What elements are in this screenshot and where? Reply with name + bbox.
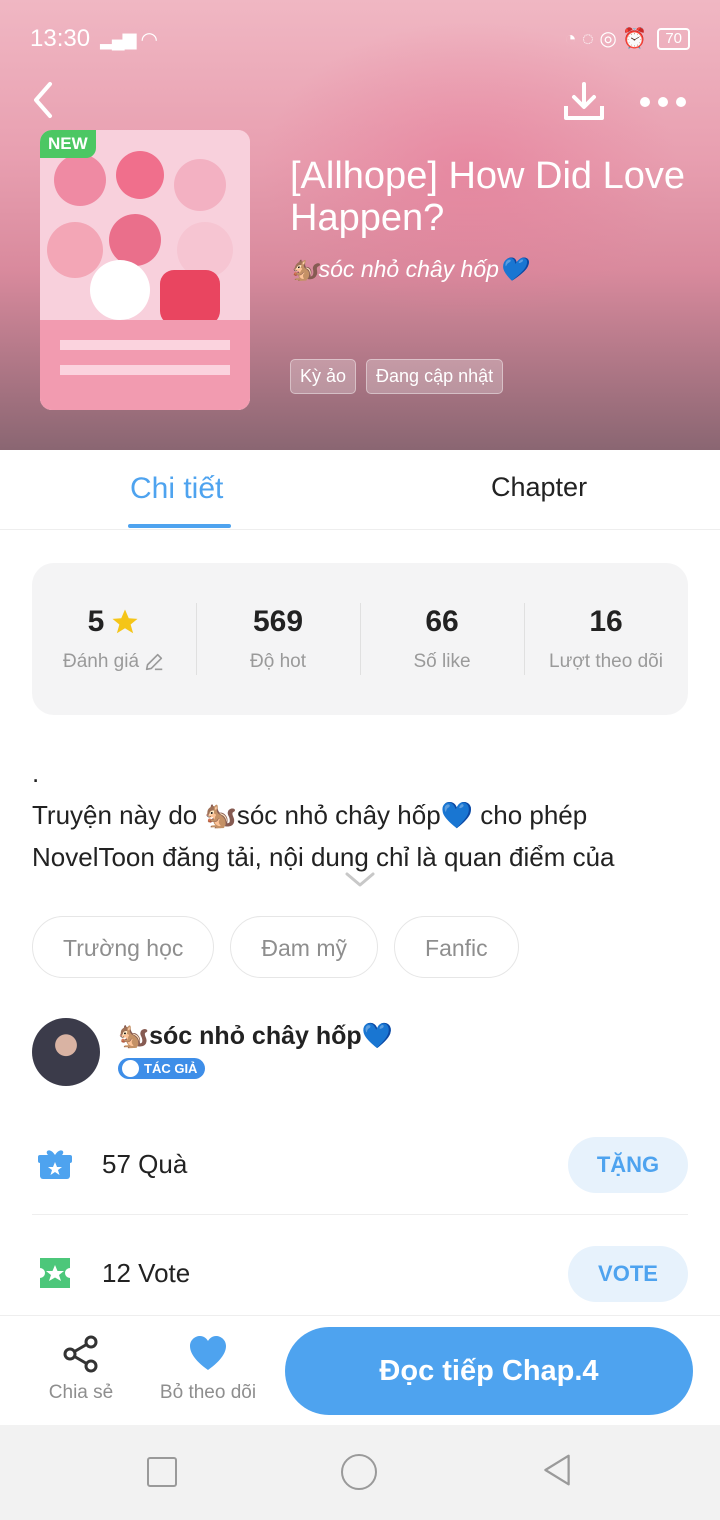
description-line: Truyện này do 🐿️sóc nhỏ chây hốp💙 cho ph… — [32, 800, 588, 830]
stat-hot: 569 Độ hot — [196, 563, 360, 715]
unfollow-button[interactable]: Bỏ theo dõi — [153, 1334, 263, 1404]
stat-followers: 16 Lượt theo dõi — [524, 563, 688, 715]
book-cover[interactable]: NEW — [40, 130, 250, 410]
stat-likes: 66 Số like — [360, 563, 524, 715]
unfollow-label: Bỏ theo dõi — [159, 1382, 257, 1403]
genre-tag[interactable]: Kỳ ảo — [290, 359, 357, 394]
ticket-icon — [40, 1258, 70, 1288]
rating-label: Đánh giá — [62, 651, 140, 672]
gift-label: Quà — [138, 1149, 188, 1179]
star-icon — [112, 609, 138, 634]
download-icon — [564, 82, 604, 120]
avatar[interactable] — [32, 1018, 100, 1086]
share-icon — [63, 1335, 98, 1373]
likes-value: 66 — [425, 605, 459, 638]
share-button[interactable]: Chia sẻ — [26, 1334, 136, 1404]
likes-label: Số like — [413, 651, 471, 672]
cover-illustration — [40, 130, 250, 410]
book-description[interactable]: . Truyện này do 🐿️sóc nhỏ chây hốp💙 cho … — [32, 752, 692, 878]
book-title: [Allhope] How Did Love Happen? — [290, 155, 685, 239]
chevron-down-icon[interactable] — [345, 870, 375, 890]
followers-label: Lượt theo dõi — [549, 651, 663, 672]
more-dot-icon — [658, 97, 668, 107]
signal-icon: ▂▄▆ — [100, 28, 136, 49]
status-icons: ◔ ◌ ◎ ⏰ — [564, 28, 648, 50]
tab-bar: Chi tiết Chapter — [0, 450, 720, 530]
edit-icon — [145, 653, 163, 671]
stat-rating[interactable]: 5 Đánh giá — [32, 563, 196, 715]
continue-reading-button[interactable]: Đọc tiếp Chap.4 — [285, 1327, 693, 1415]
status-bar: 13:30 ▂▄▆ ◠ ◔ ◌ ◎ ⏰ 70 — [0, 0, 720, 78]
gift-icon — [38, 1150, 72, 1179]
author-row[interactable]: 🐿️sóc nhỏ chây hốp💙 TÁC GIẢ — [32, 1018, 688, 1088]
author-badge-label: TÁC GIẢ — [144, 1061, 198, 1076]
topic-chip[interactable]: Fanfic — [394, 916, 519, 978]
wifi-icon: ◠ — [140, 28, 158, 51]
author-badge: TÁC GIẢ — [118, 1058, 206, 1079]
vote-count: 12 — [102, 1258, 131, 1288]
stats-card: 5 Đánh giá 569 Độ hot 66 Số like 16 Lượt… — [32, 563, 688, 715]
download-button[interactable] — [560, 78, 608, 126]
tab-details[interactable]: Chi tiết — [130, 472, 223, 506]
status-time: 13:30 — [30, 25, 91, 52]
recents-button[interactable] — [147, 1457, 177, 1487]
topic-chip[interactable]: Đam mỹ — [230, 916, 379, 978]
author-name[interactable]: 🐿️sóc nhỏ chây hốp💙 — [118, 1022, 393, 1051]
vote-label: Vote — [138, 1258, 191, 1288]
genre-tags: Kỳ ảo Đang cập nhật — [290, 359, 504, 394]
book-header: 13:30 ▂▄▆ ◠ ◔ ◌ ◎ ⏰ 70 NEW [Allhope] How… — [0, 0, 720, 450]
vote-button[interactable]: VOTE — [568, 1246, 688, 1302]
battery-indicator: 70 — [657, 27, 690, 50]
topic-chips: Trường học Đam mỹ Fanfic — [32, 916, 519, 978]
vote-row: 12 Vote VOTE — [32, 1224, 688, 1324]
hot-value: 569 — [252, 605, 304, 638]
system-nav-bar — [0, 1425, 720, 1520]
author-badge-icon — [122, 1060, 139, 1077]
status-tag: Đang cập nhật — [366, 359, 504, 394]
description-line: . — [32, 758, 40, 788]
more-dot-icon — [676, 97, 686, 107]
chevron-left-icon — [34, 82, 52, 118]
followers-value: 16 — [589, 605, 623, 638]
new-badge: NEW — [40, 130, 96, 158]
rating-value: 5 — [87, 605, 105, 638]
topic-chip[interactable]: Trường học — [32, 916, 215, 978]
more-options-button[interactable] — [640, 88, 690, 116]
active-tab-indicator — [128, 524, 231, 528]
hot-label: Độ hot — [250, 651, 306, 672]
gift-row: 57 Quà TẶNG — [32, 1115, 688, 1215]
gift-count: 57 — [102, 1149, 131, 1179]
bottom-action-bar: Chia sẻ Bỏ theo dõi Đọc tiếp Chap.4 — [0, 1315, 720, 1425]
back-button[interactable] — [26, 78, 66, 122]
book-author[interactable]: 🐿️sóc nhỏ chây hốp💙 — [290, 256, 528, 283]
share-label: Chia sẻ — [48, 1382, 114, 1403]
home-button[interactable] — [341, 1454, 377, 1490]
back-nav-icon[interactable] — [540, 1453, 574, 1487]
more-dot-icon — [640, 97, 650, 107]
heart-icon — [190, 1336, 226, 1370]
tab-chapter[interactable]: Chapter — [491, 472, 587, 503]
give-gift-button[interactable]: TẶNG — [568, 1137, 688, 1193]
